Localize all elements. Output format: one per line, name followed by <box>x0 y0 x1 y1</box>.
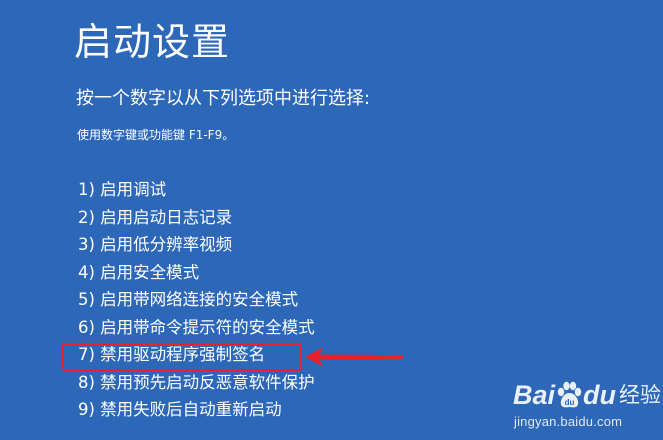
page-title: 启动设置 <box>74 20 231 64</box>
option-disable-automatic-restart[interactable]: 9) 禁用失败后自动重新启动 <box>78 396 315 424</box>
option-enable-safe-mode[interactable]: 4) 启用安全模式 <box>78 259 315 287</box>
option-disable-early-launch-antimalware[interactable]: 8) 禁用预先启动反恶意软件保护 <box>78 369 315 397</box>
watermark-logo: Bai du du 经验 <box>513 378 661 412</box>
highlight-box <box>62 343 302 371</box>
option-enable-safe-mode-command-prompt[interactable]: 6) 启用带命令提示符的安全模式 <box>78 314 315 342</box>
option-enable-safe-mode-networking[interactable]: 5) 启用带网络连接的安全模式 <box>78 286 315 314</box>
baidu-jingyan-watermark: Bai du du 经验 jingyan.baidu.com <box>513 378 661 436</box>
startup-options-list: 1) 启用调试 2) 启用启动日志记录 3) 启用低分辨率视频 4) 启用安全模… <box>78 176 315 424</box>
watermark-brand-cn: 经验 <box>619 383 662 407</box>
startup-settings-screen: 启动设置 按一个数字以从下列选项中进行选择: 使用数字键或功能键 F1-F9。 … <box>0 0 663 440</box>
paw-icon: du <box>557 381 582 408</box>
svg-text:du: du <box>565 398 575 407</box>
instruction-text: 按一个数字以从下列选项中进行选择: <box>76 88 371 109</box>
key-hint-text: 使用数字键或功能键 F1-F9。 <box>77 128 235 142</box>
watermark-brand-b: du <box>583 380 617 410</box>
watermark-url: jingyan.baidu.com <box>514 414 623 429</box>
watermark-brand-a: Bai <box>513 380 556 410</box>
option-enable-boot-logging[interactable]: 2) 启用启动日志记录 <box>78 204 315 232</box>
arrow-left-icon <box>305 347 403 367</box>
option-enable-debugging[interactable]: 1) 启用调试 <box>78 176 315 204</box>
option-enable-low-resolution-video[interactable]: 3) 启用低分辨率视频 <box>78 231 315 259</box>
